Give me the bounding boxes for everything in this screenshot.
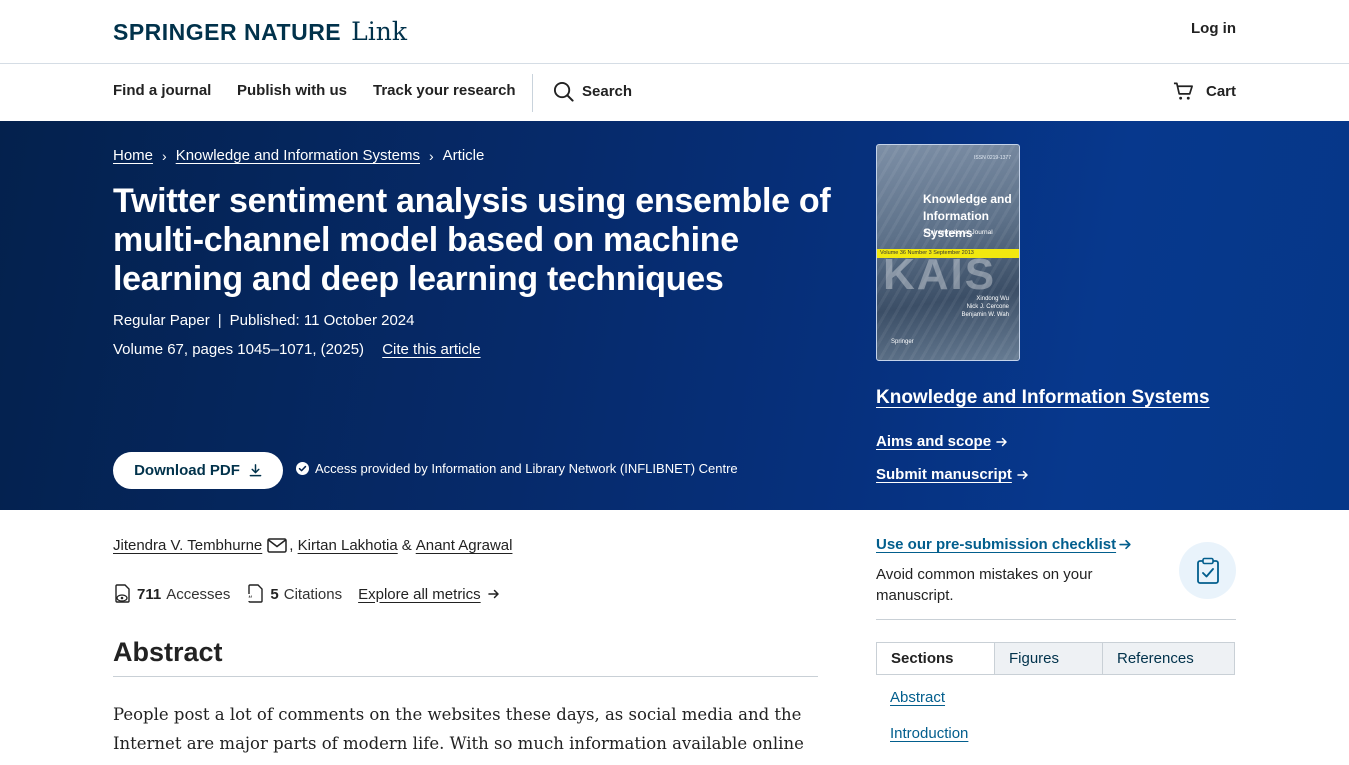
arrow-right-icon [487, 589, 499, 599]
download-pdf-button[interactable]: Download PDF [113, 452, 283, 489]
login-link[interactable]: Log in [1191, 20, 1236, 37]
article-hero: Home › Knowledge and Information Systems… [0, 121, 1349, 510]
tab-sections[interactable]: Sections [877, 643, 994, 674]
breadcrumb-current: Article [442, 147, 485, 164]
author-ampersand: & [401, 537, 412, 554]
pre-submission-checklist-link[interactable]: Use our pre-submission checklist [876, 536, 1132, 553]
arrow-right-icon [1017, 470, 1028, 479]
cart-label: Cart [1205, 82, 1236, 100]
checklist-description: Avoid common mistakes on your manuscript… [876, 566, 1093, 604]
volume-line: Volume 67, pages 1045–1071, (2025) Cite … [113, 341, 481, 358]
logo-product: Link [351, 17, 408, 46]
arrow-right-icon [1119, 539, 1131, 550]
published-date: Published: 11 October 2024 [229, 312, 415, 329]
meta-separator: | [217, 312, 222, 329]
submit-manuscript-label: Submit manuscript [876, 466, 1012, 483]
author-link[interactable]: Anant Agrawal [416, 537, 513, 554]
author-list: Jitendra V. Tembhurne , Kirtan Lakhotia … [113, 537, 512, 554]
abstract-heading: Abstract [113, 637, 223, 667]
tab-references[interactable]: References [1102, 643, 1234, 674]
nav-divider [532, 74, 533, 112]
search-icon [553, 81, 574, 102]
tab-figures[interactable]: Figures [994, 643, 1102, 674]
breadcrumb: Home › Knowledge and Information Systems… [113, 147, 484, 164]
accesses-icon [115, 584, 130, 603]
citations-label: Citations [283, 585, 343, 603]
cite-article-link[interactable]: Cite this article [382, 341, 480, 358]
download-pdf-label: Download PDF [134, 462, 240, 479]
cover-editors: Xindong Wu Nick J. Cercone Benjamin W. W… [961, 296, 1009, 318]
springer-nature-link-logo[interactable]: SPRINGER NATURE Link [113, 17, 407, 46]
cover-subtitle: An International Journal [924, 229, 993, 236]
volume-info: Volume 67, pages 1045–1071, (2025) [113, 341, 365, 358]
cover-publisher: Springer [891, 339, 914, 345]
toc-item-abstract[interactable]: Abstract [890, 689, 945, 706]
aims-scope-link[interactable]: Aims and scope [876, 433, 1008, 450]
arrow-right-icon [996, 437, 1007, 446]
author-link[interactable]: Kirtan Lakhotia [298, 537, 398, 554]
check-circle-icon [296, 462, 309, 475]
citations-icon: “ [247, 584, 264, 604]
author-link[interactable]: Jitendra V. Tembhurne [113, 537, 262, 554]
author-separator: , [289, 537, 294, 554]
article-metrics: 711 Accesses “ 5 Citations Explore all m… [113, 584, 500, 604]
toc-item-introduction[interactable]: Introduction [890, 725, 968, 742]
submit-manuscript-link[interactable]: Submit manuscript [876, 466, 1029, 483]
checklist-link-label: Use our pre-submission checklist [876, 536, 1117, 553]
cover-issn: ISSN 0219-1377 [974, 155, 1011, 161]
right-column-divider [876, 619, 1236, 620]
search-label: Search [582, 83, 633, 100]
top-bar: SPRINGER NATURE Link Log in [0, 0, 1349, 64]
search-button[interactable]: Search [553, 81, 632, 102]
abstract-text: People post a lot of comments on the web… [113, 705, 804, 765]
breadcrumb-home[interactable]: Home [113, 147, 153, 164]
article-meta: Regular Paper | Published: 11 October 20… [113, 312, 415, 329]
journal-title-link[interactable]: Knowledge and Information Systems [876, 387, 1210, 409]
article-title: Twitter sentiment analysis using ensembl… [113, 182, 831, 298]
nav-find-journal[interactable]: Find a journal [113, 82, 211, 99]
article-type: Regular Paper [113, 312, 210, 329]
aims-scope-label: Aims and scope [876, 433, 992, 450]
chevron-right-icon: › [162, 147, 167, 164]
main-nav: Find a journal Publish with us Track you… [0, 64, 1349, 121]
explore-metrics-link[interactable]: Explore all metrics [358, 586, 481, 603]
svg-text:“: “ [248, 595, 253, 604]
chevron-right-icon: › [429, 147, 434, 164]
accesses-count: 711 [137, 585, 162, 603]
logo-brand: SPRINGER NATURE [113, 19, 342, 45]
accesses-label: Accesses [166, 585, 231, 603]
access-notice: Access provided by Information and Libra… [296, 461, 738, 476]
cover-issue-band: Volume 36 Number 3 September 2013 [877, 249, 1019, 258]
cart-button[interactable]: Cart [1173, 81, 1236, 101]
cover-title-line1: Knowledge and [923, 192, 1012, 206]
nav-track-research[interactable]: Track your research [373, 82, 516, 99]
cart-icon [1173, 82, 1193, 100]
article-tabs: Sections Figures References [876, 642, 1235, 675]
clipboard-check-icon [1179, 542, 1236, 599]
breadcrumb-journal[interactable]: Knowledge and Information Systems [176, 147, 420, 164]
abstract-divider [113, 676, 818, 677]
access-text: Access provided by Information and Libra… [315, 461, 738, 476]
nav-publish-with-us[interactable]: Publish with us [237, 82, 347, 99]
citations-count: 5 [270, 585, 279, 603]
journal-cover-image[interactable]: ISSN 0219-1377 Knowledge and Information … [876, 144, 1020, 361]
mail-icon[interactable] [267, 538, 288, 553]
download-icon [249, 464, 262, 477]
